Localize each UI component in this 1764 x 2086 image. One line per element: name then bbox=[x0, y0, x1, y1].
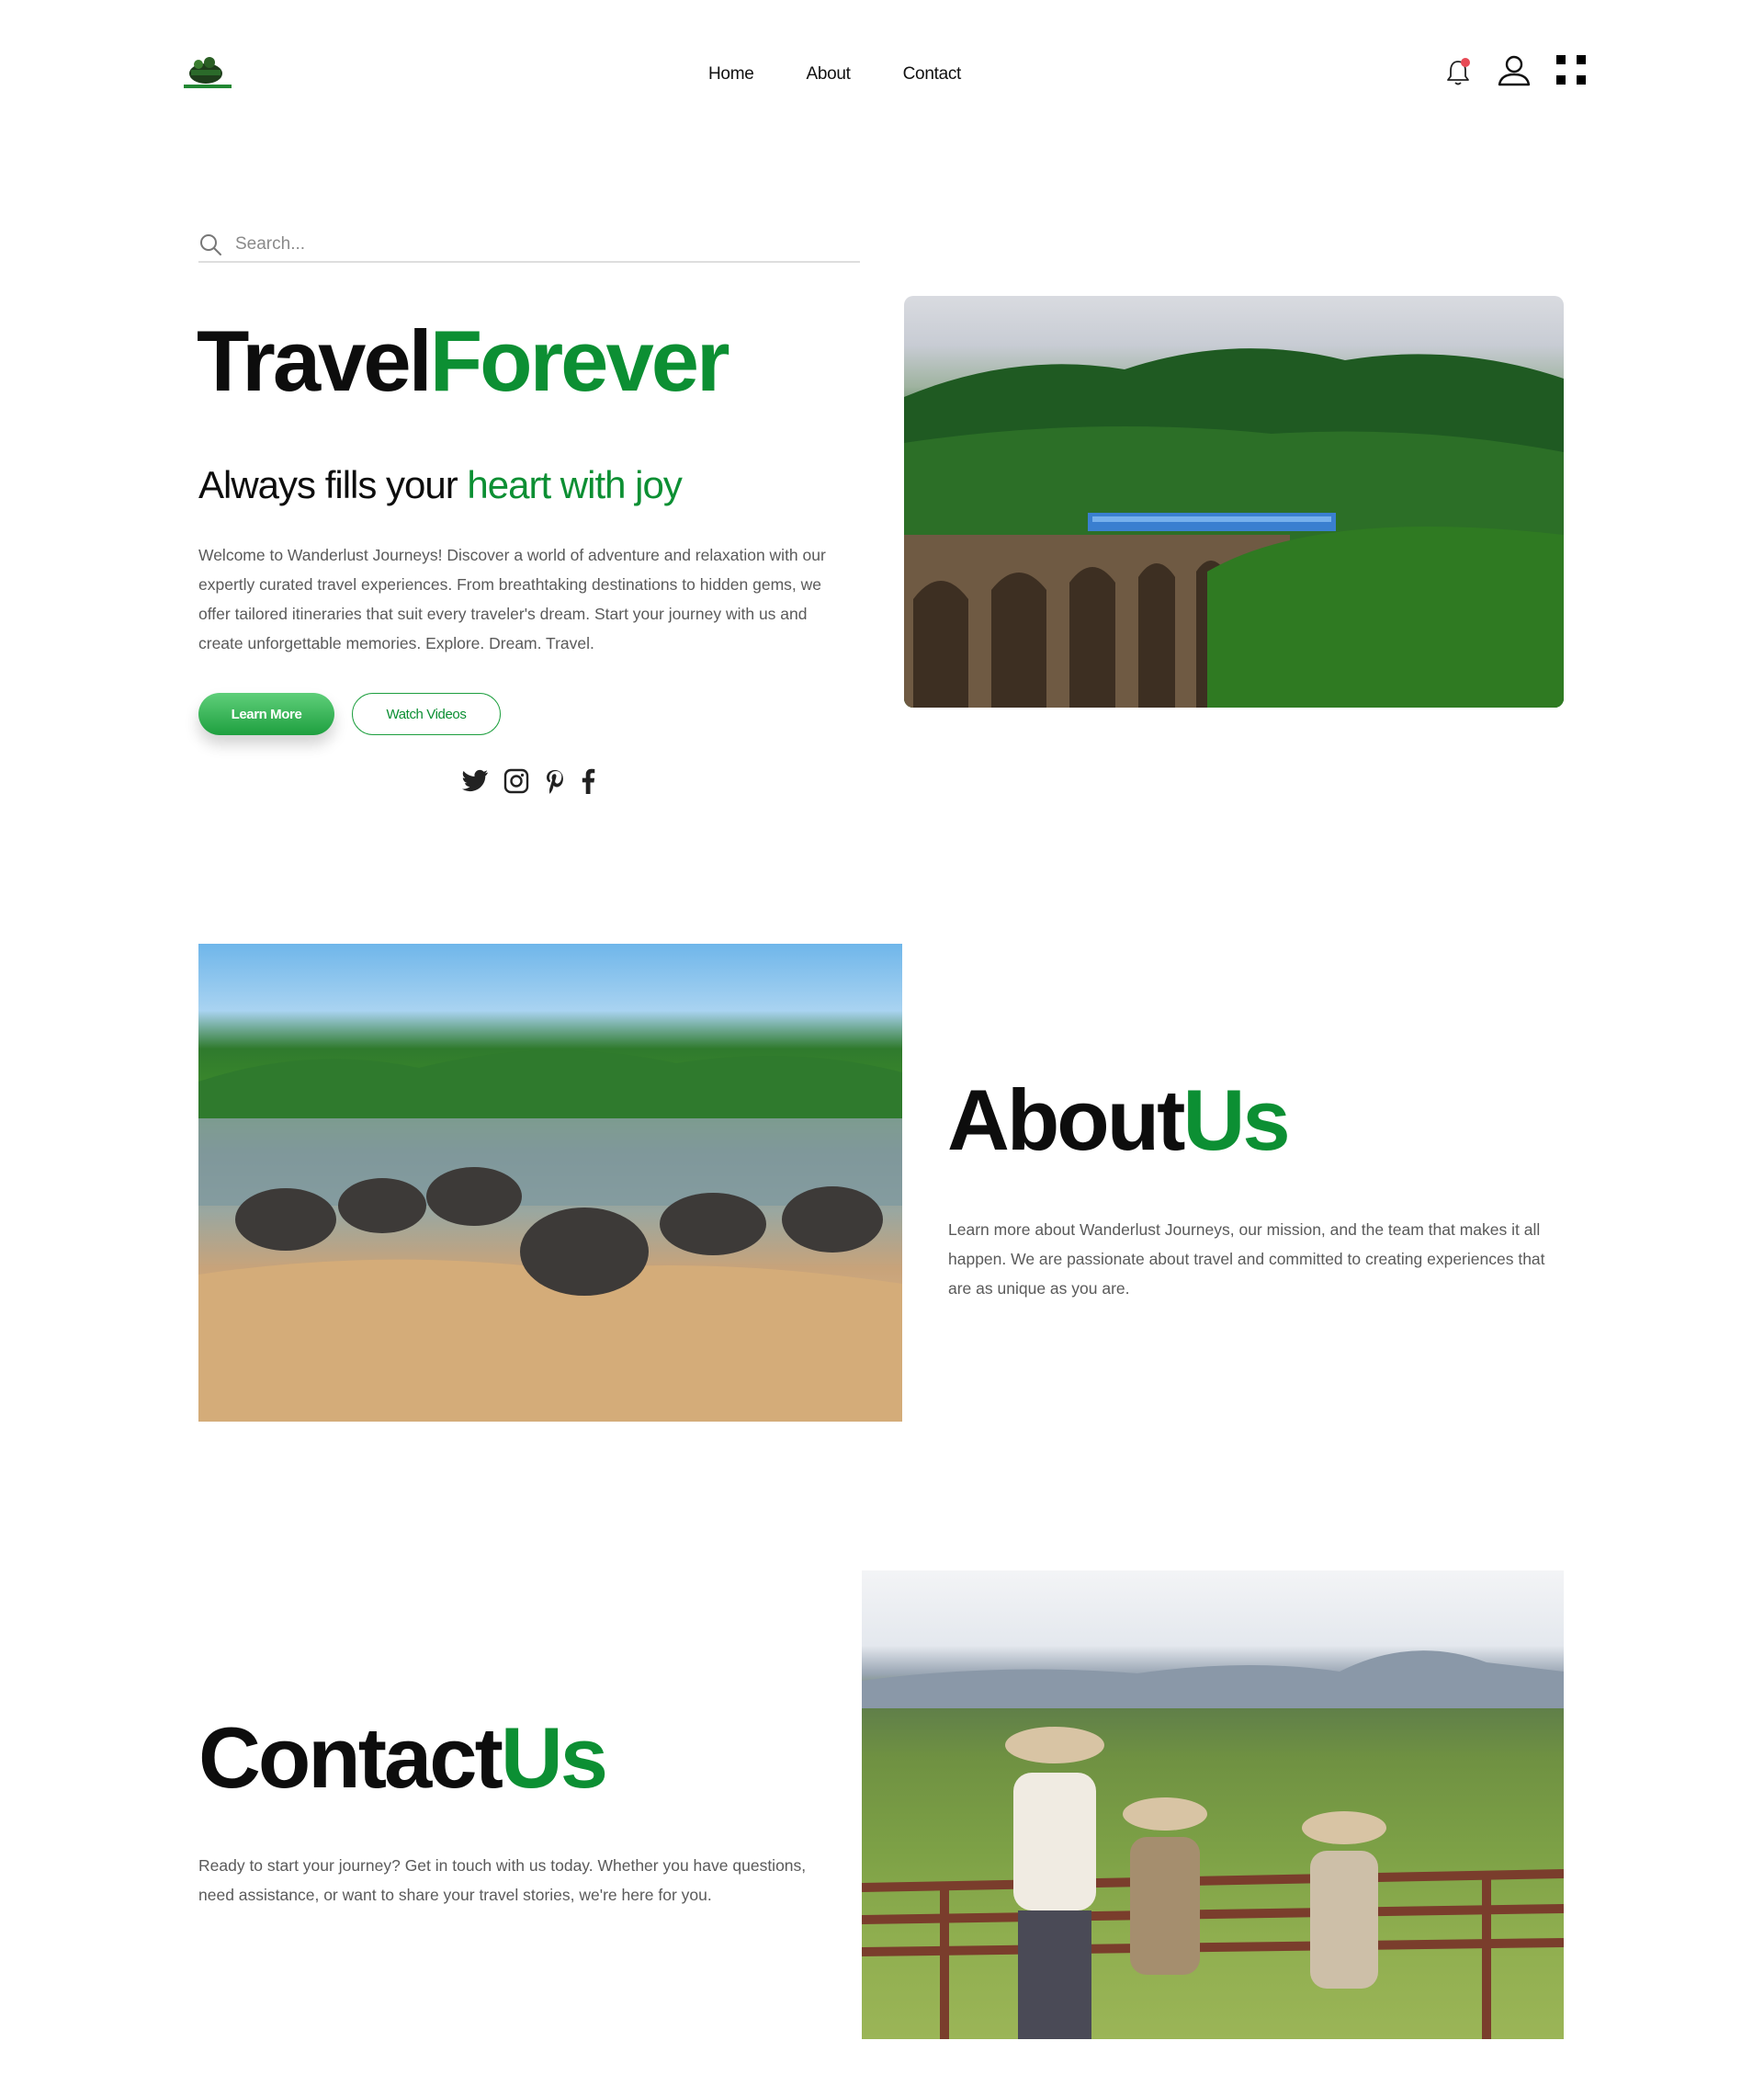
brand-logo[interactable] bbox=[178, 53, 237, 94]
social-links bbox=[461, 768, 595, 794]
search-icon bbox=[200, 234, 221, 255]
user-icon[interactable] bbox=[1496, 53, 1532, 90]
main-nav: Home About Contact bbox=[708, 64, 961, 85]
hero-subtitle: Always fills your heart with joy bbox=[198, 463, 683, 507]
contact-image-travelers bbox=[862, 1570, 1564, 2039]
about-title-part2: Us bbox=[1182, 1071, 1290, 1168]
hero-title: TravelForever bbox=[197, 318, 730, 404]
travelers-scene bbox=[862, 1650, 1564, 2039]
hero-title-part1: Travel bbox=[197, 312, 433, 409]
facebook-icon[interactable] bbox=[581, 768, 595, 794]
hero-description: Welcome to Wanderlust Journeys! Discover… bbox=[198, 546, 826, 652]
watch-videos-button[interactable]: Watch Videos bbox=[352, 693, 501, 735]
train-bridge-scene bbox=[904, 348, 1564, 708]
pinterest-icon[interactable] bbox=[544, 768, 566, 794]
grid-menu-icon[interactable] bbox=[1556, 55, 1588, 86]
bell-icon[interactable] bbox=[1444, 57, 1472, 88]
hero-title-part2: Forever bbox=[429, 312, 730, 409]
contact-title-part2: Us bbox=[500, 1709, 608, 1806]
about-title-part1: About bbox=[947, 1071, 1185, 1168]
about-title: AboutUs bbox=[947, 1077, 1291, 1163]
nav-about-link[interactable]: About bbox=[806, 64, 850, 85]
about-image-elephants bbox=[198, 944, 902, 1422]
contact-title: ContactUs bbox=[198, 1715, 608, 1801]
hero-image-train-bridge bbox=[904, 296, 1564, 708]
elephants-scene bbox=[198, 1050, 902, 1422]
contact-description: Ready to start your journey? Get in touc… bbox=[198, 1856, 807, 1904]
nav-contact-link[interactable]: Contact bbox=[903, 64, 962, 85]
twitter-icon[interactable] bbox=[461, 769, 489, 793]
hero-subtitle-part1: Always fills your bbox=[198, 463, 468, 506]
hero-subtitle-part2: heart with joy bbox=[467, 463, 682, 506]
search-input[interactable] bbox=[233, 233, 825, 255]
about-description: Learn more about Wanderlust Journeys, ou… bbox=[948, 1220, 1545, 1298]
notification-dot bbox=[1461, 58, 1470, 67]
contact-title-part1: Contact bbox=[198, 1709, 503, 1806]
nav-home-link[interactable]: Home bbox=[708, 64, 754, 85]
instagram-icon[interactable] bbox=[503, 768, 529, 794]
search-bar bbox=[198, 228, 860, 263]
learn-more-button[interactable]: Learn More bbox=[198, 693, 334, 735]
